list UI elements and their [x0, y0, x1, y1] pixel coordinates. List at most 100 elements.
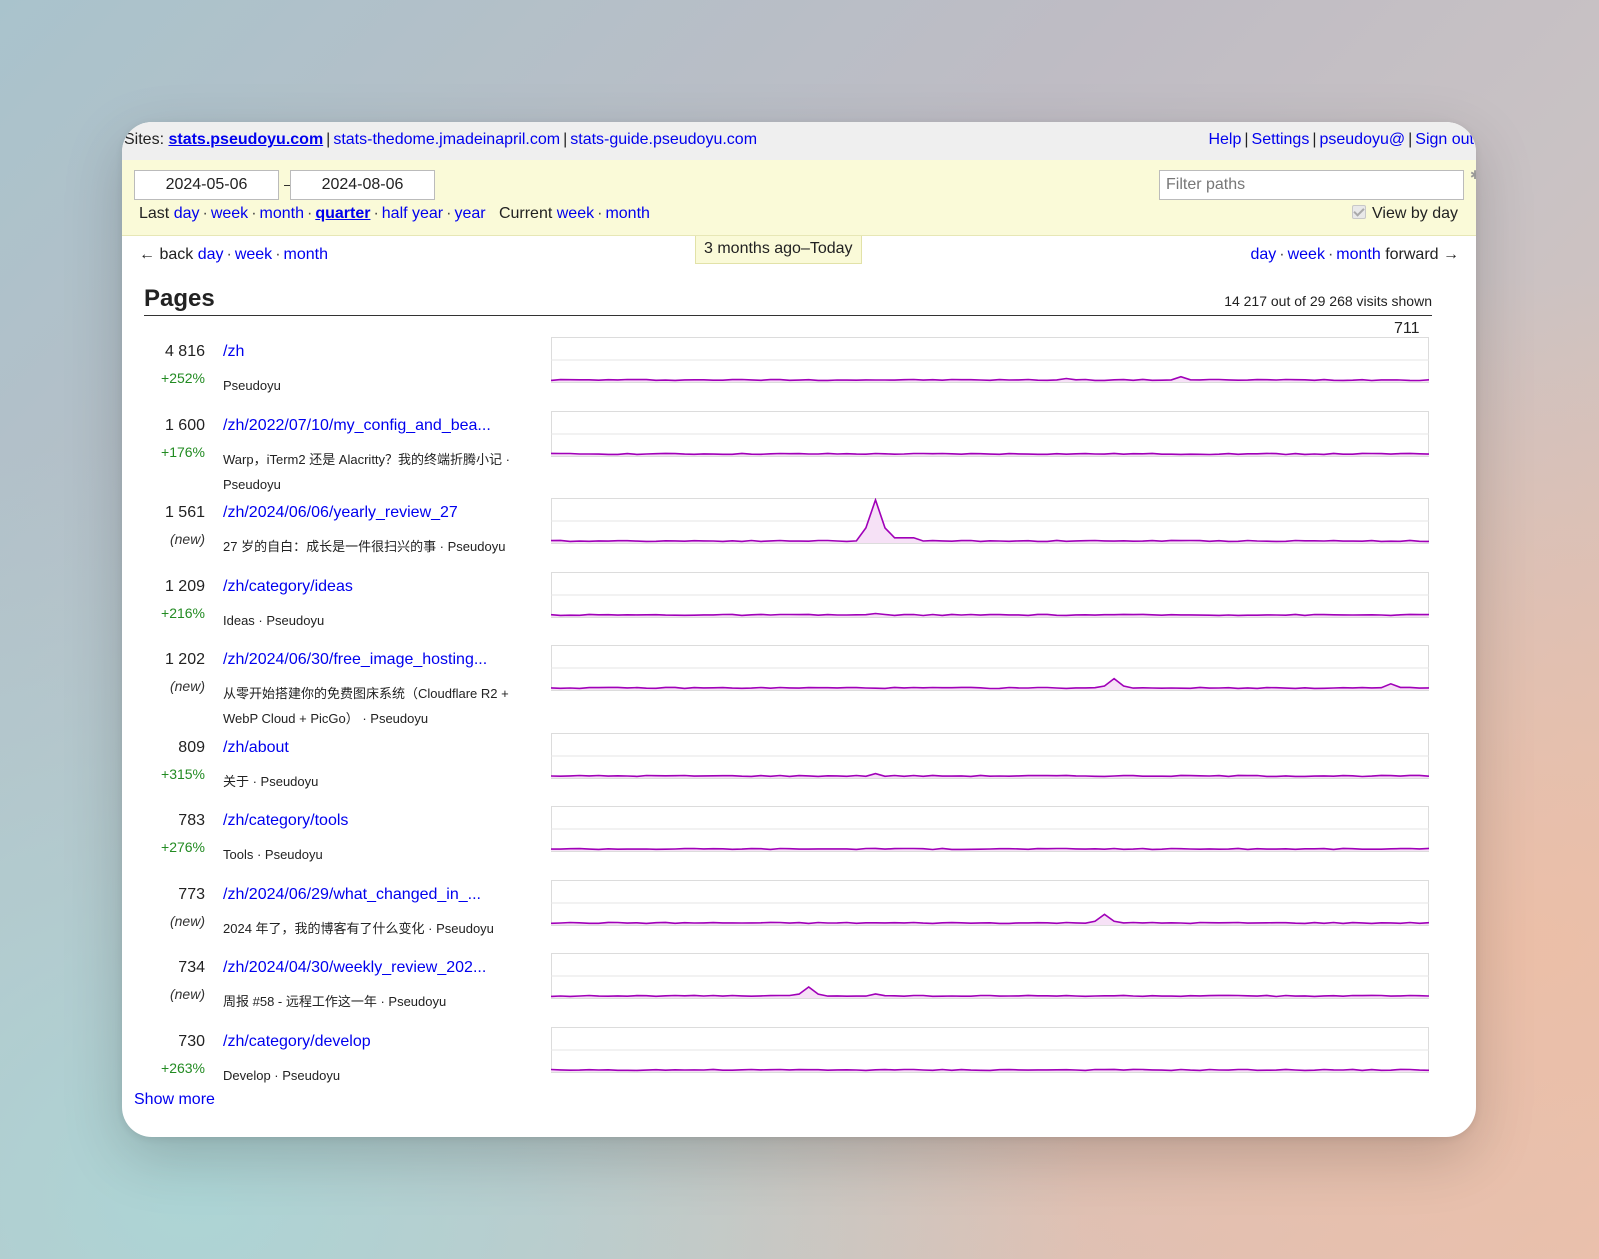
visit-count: 773: [178, 886, 205, 903]
user-link[interactable]: pseudoyu@: [1319, 131, 1405, 148]
filter-bar: 2024-05-06 – 2024-08-06 ✱ Last day·week·…: [122, 160, 1476, 236]
filter-paths-input[interactable]: [1159, 170, 1464, 200]
sparkline-chart[interactable]: [551, 733, 1429, 779]
page-path-link[interactable]: /zh/category/develop: [223, 1033, 371, 1051]
sites-list: Sites: stats.pseudoyu.com | stats-thedome.…: [124, 131, 758, 148]
date-to-input[interactable]: 2024-08-06: [290, 170, 435, 200]
sparkline-line: [551, 847, 1429, 851]
pages-title: Pages: [144, 285, 215, 312]
visit-count: 1 209: [164, 578, 205, 595]
last-week-link[interactable]: week: [211, 205, 248, 222]
page-path-link[interactable]: /zh/category/ideas: [223, 578, 353, 596]
page-title: Pseudoyu: [223, 378, 281, 393]
view-by-day-label: View by day: [1372, 205, 1458, 222]
change-indicator: (new): [169, 531, 205, 547]
sites-bar: Sites: stats.pseudoyu.com | stats-thedome.…: [122, 122, 1476, 160]
page-path-link[interactable]: /zh/2024/06/06/yearly_review_27: [223, 504, 458, 522]
last-month-link[interactable]: month: [260, 205, 304, 222]
page-title: 周报 #58 - 远程工作这一年 · Pseudoyu: [223, 994, 447, 1009]
browser-window: Sites: stats.pseudoyu.com | stats-thedome.…: [122, 122, 1476, 1137]
sparkline-line: [551, 452, 1429, 456]
back-week-link[interactable]: week: [235, 246, 272, 263]
chart-scale-max: 711: [1394, 320, 1420, 337]
visit-count: 809: [178, 739, 205, 756]
forward-label: forward →: [1385, 246, 1459, 263]
forward-day-link[interactable]: day: [1250, 246, 1276, 263]
visits-summary: 14 217 out of 29 268 visits shown: [1224, 293, 1432, 309]
change-indicator: (new): [169, 986, 205, 1002]
visit-count: 734: [178, 959, 205, 976]
page-path-link[interactable]: /zh/2024/06/30/free_image_hosting...: [223, 651, 487, 669]
signout-link[interactable]: Sign out: [1415, 131, 1474, 148]
date-from-input[interactable]: 2024-05-06: [134, 170, 279, 200]
sparkline-chart[interactable]: [551, 337, 1429, 383]
page-title: Ideas · Pseudoyu: [223, 613, 325, 628]
page-title: 关于 · Pseudoyu: [223, 774, 319, 789]
view-by-day-toggle[interactable]: View by day: [1352, 205, 1458, 223]
gear-icon[interactable]: ✱: [1470, 168, 1476, 182]
visit-count: 783: [178, 812, 205, 829]
last-half-year-link[interactable]: half year: [382, 205, 443, 222]
last-day-link[interactable]: day: [174, 205, 200, 222]
sparkline-chart[interactable]: [551, 880, 1429, 926]
sparkline-chart[interactable]: [551, 806, 1429, 852]
change-indicator: (new): [169, 913, 205, 929]
sites-label: Sites:: [124, 131, 165, 148]
page-title: Tools · Pseudoyu: [223, 847, 323, 862]
nav-back: ← back day · week · month: [139, 246, 328, 263]
change-indicator: (new): [169, 678, 205, 694]
period-navigation: ← back day · week · month 3 months ago–Today…: [122, 236, 1476, 276]
period-selector: Last day · week · month · quarter · half year · ye…: [139, 205, 650, 222]
back-label: ← back: [139, 246, 194, 263]
site-link-current[interactable]: stats.pseudoyu.com: [168, 131, 323, 148]
visit-count: 1 202: [164, 651, 205, 668]
last-year-link[interactable]: year: [454, 205, 485, 222]
page-path-link[interactable]: /zh/2024/04/30/weekly_review_202...: [223, 959, 486, 977]
pages-header: Pages 14 217 out of 29 268 visits shown: [144, 281, 1432, 316]
current-label: Current: [498, 205, 553, 222]
change-indicator: +315%: [161, 766, 205, 782]
current-period-label: 3 months ago–Today: [695, 236, 862, 264]
page-path-link[interactable]: /zh/2022/07/10/my_config_and_bea...: [223, 417, 491, 435]
visit-count: 4 816: [164, 343, 205, 360]
settings-link[interactable]: Settings: [1252, 131, 1310, 148]
back-month-link[interactable]: month: [284, 246, 328, 263]
change-indicator: +263%: [161, 1060, 205, 1076]
change-indicator: +216%: [161, 605, 205, 621]
page-title: Develop · Pseudoyu: [223, 1068, 341, 1083]
page-path-link[interactable]: /zh: [223, 343, 244, 361]
sparkline-chart[interactable]: [551, 572, 1429, 618]
site-link-guide[interactable]: stats-guide.pseudoyu.com: [570, 131, 757, 148]
change-indicator: +252%: [161, 370, 205, 386]
help-link[interactable]: Help: [1208, 131, 1241, 148]
show-more-link[interactable]: Show more: [134, 1091, 215, 1109]
change-indicator: +176%: [161, 444, 205, 460]
page-title: 27 岁的自白：成长是一件很扫兴的事 · Pseudoyu: [223, 539, 506, 554]
back-day-link[interactable]: day: [198, 246, 224, 263]
page-path-link[interactable]: /zh/about: [223, 739, 289, 757]
visit-count: 1 600: [164, 417, 205, 434]
current-week-link[interactable]: week: [557, 205, 594, 222]
last-quarter-link[interactable]: quarter: [315, 205, 370, 222]
site-link-thedome[interactable]: stats-thedome.jmadeinapril.com: [333, 131, 560, 148]
page-path-link[interactable]: /zh/2024/06/29/what_changed_in_...: [223, 886, 481, 904]
sparkline-chart[interactable]: [551, 1027, 1429, 1073]
nav-forward: day · week · month forward →: [1250, 246, 1459, 263]
sparkline-chart[interactable]: [551, 498, 1429, 544]
visit-count: 730: [178, 1033, 205, 1050]
sparkline-chart[interactable]: [551, 645, 1429, 691]
page-title: Warp，iTerm2 还是 Alacritty？我的终端折腾小记 · Pseu…: [223, 452, 510, 492]
page-title: 2024 年了，我的博客有了什么变化 · Pseudoyu: [223, 921, 494, 936]
visit-count: 1 561: [164, 504, 205, 521]
last-label: Last: [139, 205, 170, 222]
sparkline-chart[interactable]: [551, 953, 1429, 999]
change-indicator: +276%: [161, 839, 205, 855]
sparkline-chart[interactable]: [551, 411, 1429, 457]
page-path-link[interactable]: /zh/category/tools: [223, 812, 348, 830]
current-month-link[interactable]: month: [605, 205, 649, 222]
account-links: Help | Settings | pseudoyu@ | Sign out: [1208, 131, 1474, 148]
forward-month-link[interactable]: month: [1336, 246, 1380, 263]
view-by-day-checkbox[interactable]: [1352, 205, 1367, 219]
page-title: 从零开始搭建你的免费图床系统（Cloudflare R2 + WebP Clou…: [223, 686, 509, 726]
forward-week-link[interactable]: week: [1288, 246, 1325, 263]
